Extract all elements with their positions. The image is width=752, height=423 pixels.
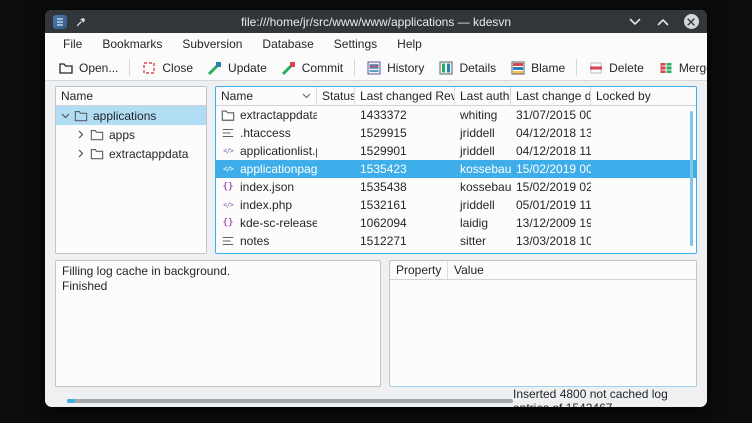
- commit-button[interactable]: Commit: [274, 58, 350, 78]
- file-row[interactable]: extractappdata 1433372 whiting 31/07/201…: [216, 106, 696, 124]
- chevron-up-icon: [657, 18, 669, 26]
- details-icon: [438, 60, 454, 76]
- column-header-revision[interactable]: Last changed Revision: [355, 87, 455, 105]
- history-button[interactable]: History: [359, 58, 431, 78]
- php-file-icon: </>: [221, 198, 235, 212]
- main-content: Name applications apps: [45, 81, 707, 407]
- progress-bar: [67, 399, 513, 403]
- close-doc-button[interactable]: Close: [134, 58, 200, 78]
- json-file-icon: {}: [221, 216, 235, 230]
- php-file-icon: </>: [221, 144, 235, 158]
- menu-file[interactable]: File: [53, 33, 92, 55]
- update-button[interactable]: Update: [200, 58, 274, 78]
- pin-icon[interactable]: [75, 16, 87, 28]
- close-button[interactable]: [683, 14, 699, 30]
- history-icon: [366, 60, 382, 76]
- log-line: Finished: [62, 279, 374, 294]
- menu-bookmarks[interactable]: Bookmarks: [92, 33, 172, 55]
- column-header-status[interactable]: Status: [317, 87, 355, 105]
- commit-icon: [281, 60, 297, 76]
- file-row-selected[interactable]: </>applicationpage.php 1535423 kossebau …: [216, 160, 696, 178]
- tree-header-label: Name: [61, 89, 192, 103]
- menu-subversion[interactable]: Subversion: [172, 33, 252, 55]
- column-header-name[interactable]: Name: [216, 87, 317, 105]
- file-row[interactable]: </>applicationlist.php 1529901 jriddell …: [216, 142, 696, 160]
- file-row[interactable]: </>index.php 1532161 jriddell 05/01/2019…: [216, 196, 696, 214]
- vertical-scrollbar[interactable]: [690, 111, 693, 246]
- sort-chevron-down-icon: [192, 93, 201, 99]
- menu-help[interactable]: Help: [387, 33, 432, 55]
- merge-icon: [658, 60, 674, 76]
- column-header-author[interactable]: Last author: [455, 87, 511, 105]
- file-row[interactable]: .htaccess 1529915 jriddell 04/12/2018 13…: [216, 124, 696, 142]
- toolbar-separator: [129, 59, 130, 76]
- text-file-icon: [221, 126, 235, 140]
- file-row[interactable]: notes 1512271 sitter 13/03/2018 10:26: [216, 232, 696, 250]
- file-table-header: Name Status Last changed Revision Last a…: [216, 87, 696, 106]
- directory-tree-panel: Name applications apps: [55, 86, 207, 254]
- folder-icon: [90, 147, 104, 160]
- details-button[interactable]: Details: [431, 58, 503, 78]
- tree-item-label: extractappdata: [108, 147, 188, 161]
- kdesvn-app-icon: [53, 15, 67, 29]
- menu-settings[interactable]: Settings: [324, 33, 387, 55]
- update-icon: [207, 60, 223, 76]
- delete-button[interactable]: Delete: [581, 58, 651, 78]
- delete-icon: [588, 60, 604, 76]
- folder-icon: [221, 108, 235, 122]
- kdesvn-window: file:///home/jr/src/www/www/applications…: [45, 10, 707, 407]
- php-file-icon: </>: [221, 162, 235, 176]
- toolbar-separator: [576, 59, 577, 76]
- expander-right-icon[interactable]: [76, 130, 86, 139]
- maximize-button[interactable]: [655, 14, 671, 30]
- toolbar: Open... Close Update Commit History Deta…: [45, 55, 707, 81]
- chevron-down-icon: [629, 18, 641, 26]
- statusbar: Inserted 4800 not cached log entries of …: [55, 387, 697, 407]
- open-button[interactable]: Open...: [51, 58, 125, 78]
- blame-button[interactable]: Blame: [503, 58, 572, 78]
- expander-right-icon[interactable]: [76, 149, 86, 158]
- close-icon: [684, 14, 699, 29]
- close-doc-icon: [141, 60, 157, 76]
- sort-chevron-down-icon: [302, 93, 311, 99]
- titlebar[interactable]: file:///home/jr/src/www/www/applications…: [45, 10, 707, 33]
- file-list-panel: Name Status Last changed Revision Last a…: [215, 86, 697, 254]
- properties-header: Property Value: [390, 261, 696, 280]
- minimize-button[interactable]: [627, 14, 643, 30]
- log-output-panel[interactable]: Filling log cache in background. Finishe…: [55, 260, 381, 387]
- tree-item-label: apps: [108, 128, 135, 142]
- menu-database[interactable]: Database: [252, 33, 323, 55]
- folder-icon: [90, 128, 104, 141]
- tree-item-apps[interactable]: apps: [56, 125, 206, 144]
- column-header-value[interactable]: Value: [448, 261, 696, 279]
- menubar: File Bookmarks Subversion Database Setti…: [45, 33, 707, 55]
- folder-icon: [74, 109, 88, 122]
- open-folder-icon: [58, 60, 74, 76]
- tree-item-applications[interactable]: applications: [56, 106, 206, 125]
- tree-header[interactable]: Name: [56, 87, 206, 106]
- tree-item-extractappdata[interactable]: extractappdata: [56, 144, 206, 163]
- tree-item-label: applications: [92, 109, 156, 123]
- merge-button[interactable]: Merge: [651, 58, 707, 78]
- column-header-date[interactable]: Last change date: [511, 87, 591, 105]
- file-row[interactable]: {}kde-sc-releases.json 1062094 laidig 13…: [216, 214, 696, 232]
- text-file-icon: [221, 234, 235, 248]
- progress-bar-fill: [67, 399, 75, 403]
- window-title: file:///home/jr/src/www/www/applications…: [45, 15, 707, 29]
- blame-icon: [510, 60, 526, 76]
- expander-down-icon[interactable]: [60, 113, 70, 119]
- column-header-locked[interactable]: Locked by: [591, 87, 696, 105]
- toolbar-separator: [354, 59, 355, 76]
- log-line: Filling log cache in background.: [62, 264, 374, 279]
- json-file-icon: {}: [221, 180, 235, 194]
- file-row[interactable]: {}index.json 1535438 kossebau 15/02/2019…: [216, 178, 696, 196]
- properties-panel: Property Value: [389, 260, 697, 387]
- column-header-property[interactable]: Property: [390, 261, 448, 279]
- status-message: Inserted 4800 not cached log entries of …: [513, 387, 695, 407]
